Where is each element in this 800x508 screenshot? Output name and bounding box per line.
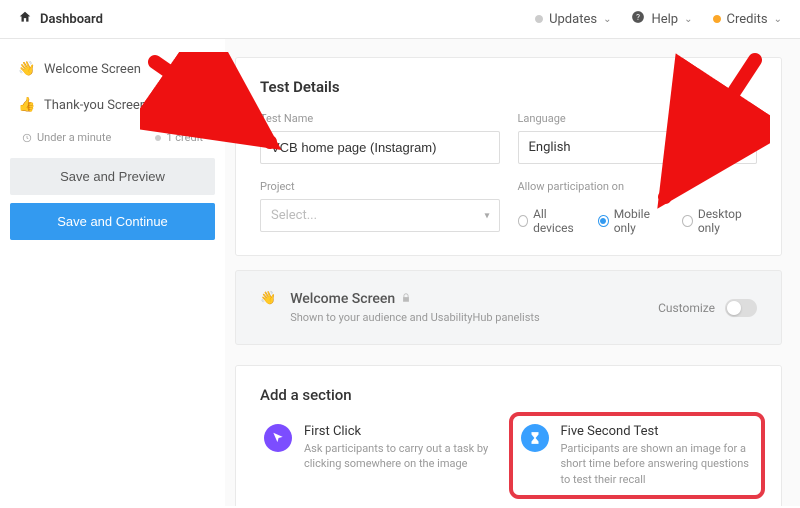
sidebar-item-welcome[interactable]: 👋 Welcome Screen xyxy=(10,51,215,87)
wave-icon: 👋 xyxy=(20,61,34,77)
radio-label: Desktop only xyxy=(698,207,757,235)
hourglass-icon xyxy=(521,424,549,452)
tile-five-second-test[interactable]: Five Second Test Participants are shown … xyxy=(517,420,758,491)
language-label: Language xyxy=(518,112,758,125)
test-name-label: Test Name xyxy=(260,112,500,125)
panel-title: Test Details xyxy=(260,78,757,96)
welcome-subtitle: Shown to your audience and UsabilityHub … xyxy=(290,311,539,324)
tile-subtitle: Ask participants to carry out a task by … xyxy=(304,441,497,472)
help-label: Help xyxy=(651,12,678,27)
chevron-down-icon: ⌄ xyxy=(774,14,782,25)
updates-label: Updates xyxy=(549,12,597,27)
dashboard-label: Dashboard xyxy=(40,12,103,27)
save-preview-button[interactable]: Save and Preview xyxy=(10,158,215,195)
welcome-title: Welcome Screen xyxy=(290,291,395,307)
radio-icon xyxy=(518,215,529,227)
lock-icon xyxy=(401,293,411,306)
tile-title: Five Second Test xyxy=(561,424,754,439)
help-icon: ? xyxy=(631,10,645,28)
clock-icon xyxy=(22,133,32,143)
thumbs-up-icon: 👍 xyxy=(20,97,34,113)
duration-meta: Under a minute xyxy=(22,131,111,144)
chevron-down-icon: ⌄ xyxy=(684,14,692,25)
updates-menu[interactable]: Updates ⌄ xyxy=(535,12,611,27)
radio-icon xyxy=(598,215,609,227)
sidebar-item-label: Thank-you Screen xyxy=(44,98,147,113)
test-details-panel: Test Details Test Name Language English … xyxy=(235,57,782,256)
duration-text: Under a minute xyxy=(37,131,111,144)
tile-subtitle: Participants are shown an image for a sh… xyxy=(561,441,754,487)
svg-text:?: ? xyxy=(637,12,641,22)
tile-title: First Click xyxy=(304,424,497,439)
dashboard-link[interactable]: Dashboard xyxy=(18,10,103,28)
save-continue-button[interactable]: Save and Continue xyxy=(10,203,215,240)
project-select[interactable]: Select... ▾ xyxy=(260,199,500,232)
customize-label: Customize xyxy=(658,301,715,315)
home-icon xyxy=(18,10,32,28)
project-placeholder: Select... xyxy=(260,199,500,232)
status-dot-icon xyxy=(535,15,543,23)
credits-text: 1 credit xyxy=(166,131,203,144)
credits-meta: 1 credit xyxy=(155,131,203,144)
customize-toggle[interactable] xyxy=(725,299,757,317)
credits-label: Credits xyxy=(727,12,768,27)
credits-menu[interactable]: Credits ⌄ xyxy=(713,12,783,27)
sidebar-item-thankyou[interactable]: 👍 Thank-you Screen xyxy=(10,87,215,123)
radio-desktop-only[interactable]: Desktop only xyxy=(682,207,757,235)
language-value: English xyxy=(518,131,758,164)
help-menu[interactable]: ? Help ⌄ xyxy=(631,10,692,28)
test-name-input[interactable] xyxy=(260,131,500,164)
radio-all-devices[interactable]: All devices xyxy=(518,207,583,235)
chevron-down-icon: ⌄ xyxy=(603,14,611,25)
cursor-icon xyxy=(264,424,292,452)
radio-icon xyxy=(682,215,693,227)
sidebar-item-label: Welcome Screen xyxy=(44,62,141,77)
tile-first-click[interactable]: First Click Ask participants to carry ou… xyxy=(260,420,501,491)
add-section-title: Add a section xyxy=(260,386,757,404)
credit-dot-icon xyxy=(155,135,161,141)
language-select[interactable]: English ▾ xyxy=(518,131,758,164)
radio-label: Mobile only xyxy=(614,207,667,235)
wave-icon: 👋 xyxy=(260,291,276,306)
add-section-panel: Add a section First Click Ask participan… xyxy=(235,365,782,506)
project-label: Project xyxy=(260,180,500,193)
credit-dot-icon xyxy=(713,15,721,23)
welcome-screen-panel: 👋 Welcome Screen Shown to your audience … xyxy=(235,270,782,345)
radio-label: All devices xyxy=(533,207,582,235)
radio-mobile-only[interactable]: Mobile only xyxy=(598,207,666,235)
participation-label: Allow participation on xyxy=(518,180,758,193)
